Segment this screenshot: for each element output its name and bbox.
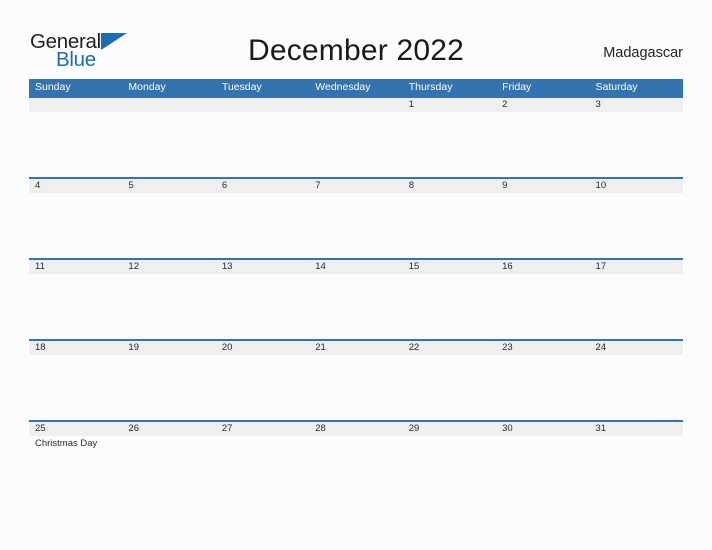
day-cell[interactable] <box>590 193 683 260</box>
day-cell[interactable] <box>590 355 683 422</box>
day-number[interactable]: 25 <box>29 422 122 436</box>
weekday-header-thursday: Thursday <box>408 81 453 93</box>
day-number[interactable]: 29 <box>403 422 496 436</box>
day-cell[interactable] <box>309 274 402 341</box>
day-cell[interactable] <box>29 193 122 260</box>
day-number[interactable]: 7 <box>309 179 402 193</box>
day-number[interactable]: 20 <box>216 341 309 355</box>
week-row: 4 5 6 7 8 9 10 <box>29 177 683 258</box>
day-cell[interactable] <box>403 355 496 422</box>
day-cell[interactable] <box>122 193 215 260</box>
day-number[interactable]: 12 <box>122 260 215 274</box>
day-cell[interactable] <box>216 355 309 422</box>
week-row: 1 2 3 <box>29 96 683 177</box>
day-number[interactable] <box>29 98 122 112</box>
day-cell[interactable] <box>216 436 309 503</box>
day-cell[interactable] <box>590 274 683 341</box>
weekday-header-friday: Friday <box>502 81 532 93</box>
week-event-band <box>29 193 683 260</box>
day-number[interactable] <box>216 98 309 112</box>
day-number[interactable]: 13 <box>216 260 309 274</box>
day-number[interactable]: 30 <box>496 422 589 436</box>
day-number[interactable]: 28 <box>309 422 402 436</box>
event-label: Christmas Day <box>35 438 98 449</box>
day-number[interactable]: 17 <box>590 260 683 274</box>
day-cell[interactable] <box>309 112 402 179</box>
day-cell[interactable] <box>216 193 309 260</box>
day-cell[interactable] <box>403 436 496 503</box>
week-row: 11 12 13 14 15 16 17 <box>29 258 683 339</box>
day-number[interactable]: 14 <box>309 260 402 274</box>
day-number[interactable]: 18 <box>29 341 122 355</box>
week-date-band: 25 26 27 28 29 30 31 <box>29 422 683 436</box>
day-number[interactable]: 22 <box>403 341 496 355</box>
week-row: 25 26 27 28 29 30 31 Christmas Day <box>29 420 683 501</box>
day-number[interactable]: 15 <box>403 260 496 274</box>
day-number[interactable]: 21 <box>309 341 402 355</box>
day-number[interactable]: 6 <box>216 179 309 193</box>
week-row: 18 19 20 21 22 23 24 <box>29 339 683 420</box>
day-cell[interactable] <box>216 112 309 179</box>
day-number[interactable]: 23 <box>496 341 589 355</box>
day-number[interactable]: 4 <box>29 179 122 193</box>
day-cell[interactable] <box>403 193 496 260</box>
day-cell[interactable] <box>496 193 589 260</box>
day-number[interactable]: 16 <box>496 260 589 274</box>
week-date-band: 4 5 6 7 8 9 10 <box>29 179 683 193</box>
weekday-header-sunday: Sunday <box>35 81 71 93</box>
weekday-header-saturday: Saturday <box>595 81 638 93</box>
week-date-band: 1 2 3 <box>29 98 683 112</box>
day-cell[interactable] <box>122 112 215 179</box>
day-cell[interactable] <box>403 112 496 179</box>
day-cell[interactable] <box>122 355 215 422</box>
day-number[interactable]: 9 <box>496 179 589 193</box>
day-number[interactable]: 11 <box>29 260 122 274</box>
day-cell[interactable] <box>496 436 589 503</box>
day-number[interactable]: 24 <box>590 341 683 355</box>
day-cell[interactable] <box>216 274 309 341</box>
day-cell[interactable] <box>496 274 589 341</box>
day-cell[interactable] <box>309 355 402 422</box>
calendar-grid: Sunday Monday Tuesday Wednesday Thursday… <box>29 79 683 449</box>
country-label: Madagascar <box>603 45 683 61</box>
day-cell[interactable] <box>496 355 589 422</box>
day-cell[interactable] <box>403 274 496 341</box>
weekday-header-monday: Monday <box>128 81 166 93</box>
day-cell[interactable] <box>29 274 122 341</box>
day-cell[interactable] <box>29 112 122 179</box>
day-cell[interactable] <box>122 274 215 341</box>
day-cell[interactable] <box>309 436 402 503</box>
day-number[interactable]: 3 <box>590 98 683 112</box>
day-number[interactable]: 5 <box>122 179 215 193</box>
day-number[interactable]: 19 <box>122 341 215 355</box>
day-number[interactable]: 31 <box>590 422 683 436</box>
day-cell[interactable] <box>122 436 215 503</box>
day-number[interactable]: 8 <box>403 179 496 193</box>
day-number[interactable]: 2 <box>496 98 589 112</box>
day-cell[interactable] <box>309 193 402 260</box>
day-cell[interactable] <box>29 355 122 422</box>
week-event-band <box>29 274 683 341</box>
day-cell[interactable] <box>496 112 589 179</box>
day-number[interactable]: 10 <box>590 179 683 193</box>
day-cell[interactable] <box>590 436 683 503</box>
day-number[interactable]: 26 <box>122 422 215 436</box>
weekday-header-wednesday: Wednesday <box>315 81 371 93</box>
weekday-header-row: Sunday Monday Tuesday Wednesday Thursday… <box>29 79 683 96</box>
week-event-band <box>29 355 683 422</box>
week-date-band: 11 12 13 14 15 16 17 <box>29 260 683 274</box>
day-number[interactable] <box>309 98 402 112</box>
week-date-band: 18 19 20 21 22 23 24 <box>29 341 683 355</box>
day-cell[interactable]: Christmas Day <box>29 436 122 503</box>
page-header: General Blue December 2022 Madagascar <box>0 0 712 79</box>
day-number[interactable] <box>122 98 215 112</box>
weekday-header-tuesday: Tuesday <box>221 81 262 93</box>
day-number[interactable]: 1 <box>403 98 496 112</box>
day-number[interactable]: 27 <box>216 422 309 436</box>
week-event-band: Christmas Day <box>29 436 683 503</box>
day-cell[interactable] <box>590 112 683 179</box>
week-event-band <box>29 112 683 179</box>
